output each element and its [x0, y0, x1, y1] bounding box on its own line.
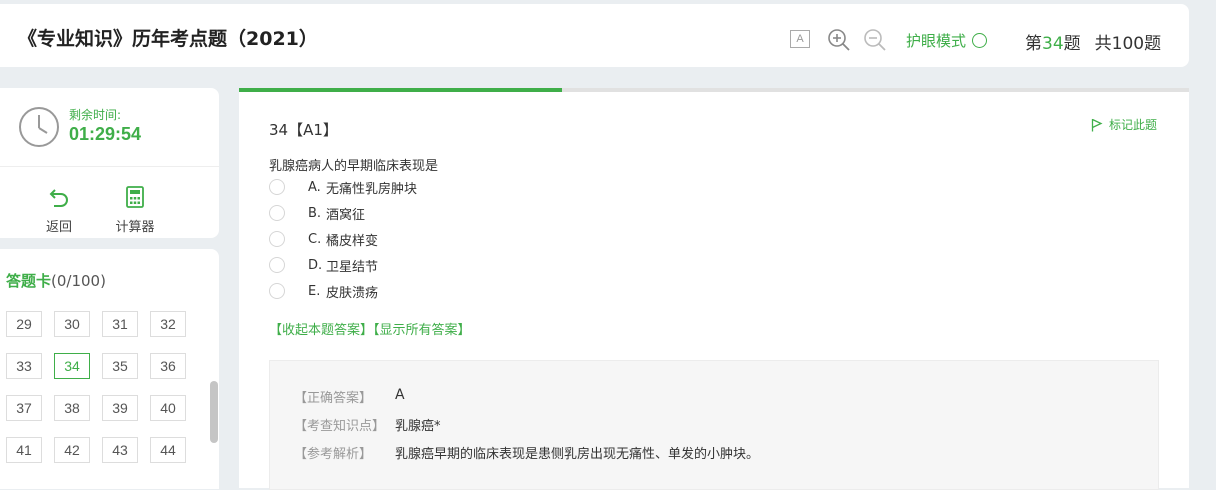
zoom-out-icon[interactable] — [863, 28, 887, 56]
answer-card-cell[interactable]: 33 — [6, 353, 42, 379]
option-item[interactable]: E. 皮肤溃疡 — [269, 281, 378, 301]
eye-mode-label: 护眼模式 — [906, 32, 967, 50]
flag-question-button[interactable]: 标记此题 — [1091, 116, 1157, 133]
answer-box: 【正确答案】 A 【考查知识点】 乳腺癌* 【参考解析】 乳腺癌早期的临床表现是… — [269, 360, 1159, 490]
option-letter: D. — [308, 257, 323, 273]
option-item[interactable]: B. 酒窝征 — [269, 203, 365, 223]
option-letter: A. — [308, 179, 321, 195]
flag-label: 标记此题 — [1109, 118, 1158, 132]
answer-card-cell[interactable]: 44 — [150, 437, 186, 463]
knowledge-point-value: 乳腺癌* — [395, 419, 441, 434]
answer-card-cell[interactable]: 31 — [102, 311, 138, 337]
answer-card-cell[interactable]: 29 — [6, 311, 42, 337]
analysis-value: 乳腺癌早期的临床表现是患侧乳房出现无痛性、单发的小肿块。 — [395, 447, 760, 462]
progress-bar — [239, 88, 1189, 92]
answer-card-cell[interactable]: 35 — [102, 353, 138, 379]
clock-icon — [18, 106, 60, 152]
option-text: 无痛性乳房肿块 — [326, 181, 418, 197]
zoom-in-icon[interactable] — [827, 28, 851, 56]
option-text: 卫星结节 — [326, 259, 379, 275]
answer-card-cell[interactable]: 30 — [54, 311, 90, 337]
radio-button[interactable] — [269, 231, 285, 247]
question-current: 34 — [1042, 34, 1064, 54]
radio-button[interactable] — [269, 257, 285, 273]
answer-card-cell[interactable]: 32 — [150, 311, 186, 337]
option-letter: E. — [308, 283, 321, 299]
timer-panel: 剩余时间: 01:29:54 返回 计算器 — [0, 88, 219, 238]
option-item[interactable]: D. 卫星结节 — [269, 255, 378, 275]
radio-button[interactable] — [269, 205, 285, 221]
answer-card-cell[interactable]: 43 — [102, 437, 138, 463]
option-item[interactable]: C. 橘皮样变 — [269, 229, 378, 249]
option-letter: B. — [308, 205, 322, 221]
option-item[interactable]: A. 无痛性乳房肿块 — [269, 177, 417, 197]
calculator-label: 计算器 — [115, 220, 155, 235]
answer-card-title: 答题卡(0/100) — [6, 270, 106, 291]
answer-card-cell[interactable]: 38 — [54, 395, 90, 421]
answer-card-cell[interactable]: 36 — [150, 353, 186, 379]
divider — [0, 166, 219, 167]
question-counter: 第34题 共100题 — [1025, 29, 1161, 54]
back-button[interactable]: 返回 — [29, 186, 89, 235]
option-text: 皮肤溃疡 — [326, 285, 379, 301]
analysis-label: 【参考解析】 — [294, 447, 373, 462]
answer-card-cell[interactable]: 42 — [54, 437, 90, 463]
answer-card-cell[interactable]: 39 — [102, 395, 138, 421]
back-label: 返回 — [45, 220, 72, 235]
timer-label: 剩余时间: — [69, 108, 122, 122]
toggle-circle-icon[interactable] — [972, 33, 988, 48]
calculator-icon — [124, 186, 146, 212]
question-total: 共100题 — [1094, 34, 1162, 54]
page-title: 《专业知识》历年考点题（2021） — [18, 28, 318, 50]
scrollbar-thumb[interactable] — [210, 381, 218, 443]
question-prefix: 第 — [1025, 34, 1042, 54]
answer-card-cell[interactable]: 40 — [150, 395, 186, 421]
answer-links: 【收起本题答案】【显示所有答案】 — [269, 319, 471, 338]
option-text: 酒窝征 — [326, 207, 366, 223]
timer-value: 01:29:54 — [69, 124, 142, 144]
eye-mode-toggle[interactable]: 护眼模式 — [906, 30, 988, 51]
calculator-button[interactable]: 计算器 — [105, 186, 165, 235]
option-text: 橘皮样变 — [326, 233, 379, 249]
correct-answer-row: 【正确答案】 A — [294, 387, 405, 406]
answer-card-cell[interactable]: 34 — [54, 353, 90, 379]
answer-card-cell[interactable]: 41 — [6, 437, 42, 463]
font-size-icon[interactable]: A — [790, 30, 810, 48]
option-letter: C. — [308, 231, 322, 247]
correct-answer-value: A — [395, 387, 405, 403]
question-stem: 乳腺癌病人的早期临床表现是 — [269, 159, 439, 174]
radio-button[interactable] — [269, 283, 285, 299]
knowledge-point-label: 【考查知识点】 — [294, 419, 386, 434]
analysis-row: 【参考解析】 乳腺癌早期的临床表现是患侧乳房出现无痛性、单发的小肿块。 — [294, 443, 759, 462]
answer-card-cell[interactable]: 37 — [6, 395, 42, 421]
flag-icon — [1091, 118, 1103, 131]
show-all-answers-link[interactable]: 【显示所有答案】 — [373, 323, 471, 338]
progress-fill — [239, 88, 562, 92]
knowledge-point-row: 【考查知识点】 乳腺癌* — [294, 415, 441, 434]
radio-button[interactable] — [269, 179, 285, 195]
answer-card-panel: 答题卡(0/100) 29 30 31 32 33 34 35 36 37 38 39 40 41 42 4… — [0, 249, 219, 489]
answer-card-count: (0/100) — [51, 272, 106, 290]
back-icon — [48, 189, 70, 212]
answer-card-label: 答题卡 — [6, 272, 52, 290]
question-panel: 34【A1】 标记此题 乳腺癌病人的早期临床表现是 A. 无痛性乳房肿块 B. 酒窝征… — [239, 88, 1189, 490]
question-suffix: 题 — [1063, 34, 1081, 54]
correct-answer-label: 【正确答案】 — [294, 391, 373, 406]
question-number: 34【A1】 — [269, 121, 338, 139]
top-header: 《专业知识》历年考点题（2021） A 护眼模式 第34题 共100题 — [0, 4, 1189, 67]
collapse-answer-link[interactable]: 【收起本题答案】 — [269, 323, 373, 338]
